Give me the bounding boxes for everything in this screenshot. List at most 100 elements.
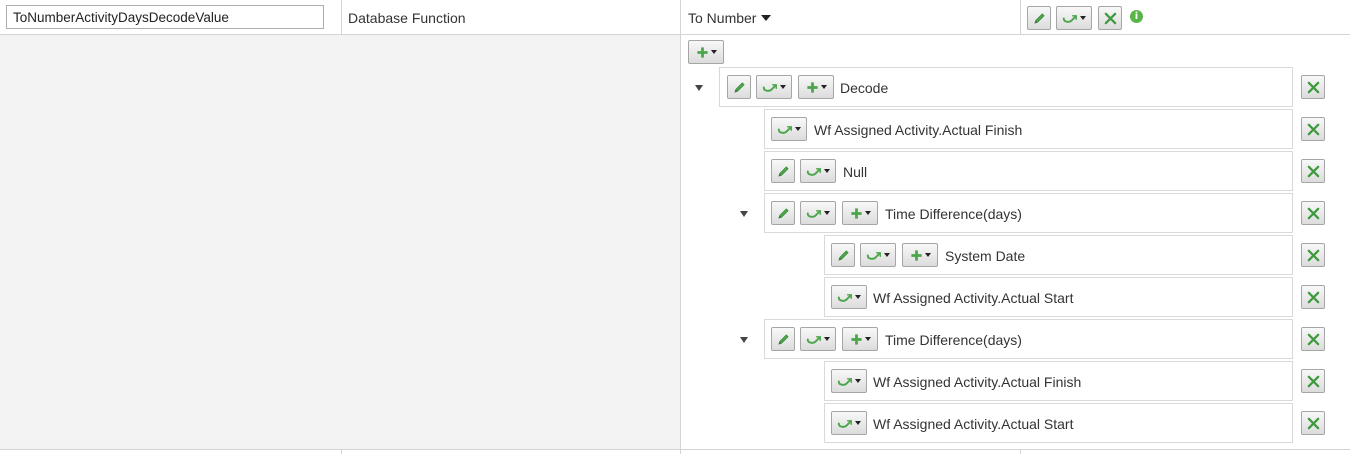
delete-node-button[interactable] bbox=[1301, 117, 1325, 141]
tree-node-time-difference: Time Difference(days) bbox=[764, 193, 1293, 233]
delete-node-button[interactable] bbox=[1301, 243, 1325, 267]
function-menu-button[interactable] bbox=[860, 243, 896, 267]
function-dropdown-icon bbox=[1062, 13, 1078, 24]
tree-node-wf-actual-start: Wf Assigned Activity.Actual Start bbox=[824, 277, 1293, 317]
column-divider bbox=[680, 449, 681, 454]
tree-node-wf-actual-finish: Wf Assigned Activity.Actual Finish bbox=[824, 361, 1293, 401]
delete-x-icon bbox=[1306, 248, 1321, 263]
delete-node-button[interactable] bbox=[1301, 327, 1325, 351]
function-dropdown-icon bbox=[806, 208, 822, 219]
pencil-icon bbox=[776, 206, 791, 221]
add-child-button[interactable] bbox=[902, 243, 938, 267]
edit-function-button[interactable] bbox=[1027, 6, 1051, 30]
tree-node-wf-actual-start: Wf Assigned Activity.Actual Start bbox=[824, 403, 1293, 443]
chevron-down-icon bbox=[761, 14, 772, 21]
node-label: Null bbox=[843, 164, 868, 180]
function-menu-button[interactable] bbox=[831, 285, 867, 309]
plus-icon bbox=[696, 46, 709, 59]
pencil-icon bbox=[1032, 11, 1047, 26]
expression-tree-pane: Decode Wf Assigned Activity.Actual Finis… bbox=[680, 35, 1350, 449]
function-menu-button[interactable] bbox=[771, 117, 807, 141]
plus-icon bbox=[850, 207, 863, 220]
plus-icon bbox=[806, 81, 819, 94]
tree-node-null: Null bbox=[764, 151, 1293, 191]
edit-button[interactable] bbox=[771, 159, 795, 183]
chevron-down-icon bbox=[780, 85, 786, 89]
chevron-down-icon bbox=[795, 127, 801, 131]
column-divider bbox=[341, 0, 342, 35]
pencil-icon bbox=[776, 332, 791, 347]
function-dropdown-icon bbox=[837, 292, 853, 303]
delete-x-icon bbox=[1306, 80, 1321, 95]
edit-button[interactable] bbox=[771, 327, 795, 351]
node-label: Wf Assigned Activity.Actual Start bbox=[873, 290, 1074, 306]
pencil-icon bbox=[776, 164, 791, 179]
chevron-down-icon bbox=[924, 253, 931, 257]
delete-node-button[interactable] bbox=[1301, 201, 1325, 225]
tree-node-system-date: System Date bbox=[824, 235, 1293, 275]
function-menu-button[interactable] bbox=[800, 327, 836, 351]
chevron-down-icon bbox=[864, 211, 871, 215]
tree-node-time-difference: Time Difference(days) bbox=[764, 319, 1293, 359]
add-child-button[interactable] bbox=[842, 201, 878, 225]
function-menu-button[interactable] bbox=[1056, 6, 1092, 30]
column-divider bbox=[341, 449, 342, 454]
function-menu-button[interactable] bbox=[831, 369, 867, 393]
delete-x-icon bbox=[1306, 290, 1321, 305]
delete-x-icon bbox=[1306, 164, 1321, 179]
function-type-label: Database Function bbox=[348, 9, 466, 26]
add-child-button[interactable] bbox=[842, 327, 878, 351]
delete-x-icon bbox=[1306, 374, 1321, 389]
chevron-down-icon bbox=[1080, 16, 1086, 20]
function-dropdown[interactable]: To Number bbox=[688, 0, 772, 35]
chevron-down-icon bbox=[820, 85, 827, 89]
collapse-toggle-decode[interactable] bbox=[695, 85, 703, 91]
function-header-row: Database Function To Number i bbox=[0, 0, 1350, 35]
column-divider bbox=[1020, 0, 1021, 35]
type-column: Database Function bbox=[348, 0, 466, 35]
delete-x-icon bbox=[1306, 332, 1321, 347]
info-icon[interactable]: i bbox=[1130, 10, 1143, 23]
node-label: Decode bbox=[840, 80, 889, 96]
plus-icon bbox=[850, 333, 863, 346]
node-label: Wf Assigned Activity.Actual Start bbox=[873, 416, 1074, 432]
delete-function-button[interactable] bbox=[1098, 6, 1122, 30]
chevron-down-icon bbox=[824, 211, 830, 215]
delete-node-button[interactable] bbox=[1301, 285, 1325, 309]
function-name-input[interactable] bbox=[6, 5, 324, 29]
add-root-button[interactable] bbox=[688, 40, 724, 64]
column-divider bbox=[1020, 449, 1021, 454]
function-menu-button[interactable] bbox=[800, 201, 836, 225]
function-menu-button[interactable] bbox=[800, 159, 836, 183]
pencil-icon bbox=[732, 80, 747, 95]
delete-x-icon bbox=[1103, 11, 1118, 26]
node-label: Wf Assigned Activity.Actual Finish bbox=[873, 374, 1082, 390]
delete-node-button[interactable] bbox=[1301, 411, 1325, 435]
function-dropdown-icon bbox=[777, 124, 793, 135]
collapse-toggle-time-diff[interactable] bbox=[740, 337, 748, 343]
delete-node-button[interactable] bbox=[1301, 159, 1325, 183]
delete-x-icon bbox=[1306, 206, 1321, 221]
edit-button[interactable] bbox=[727, 75, 751, 99]
collapse-toggle-time-diff[interactable] bbox=[740, 211, 748, 217]
tree-node-wf-actual-finish: Wf Assigned Activity.Actual Finish bbox=[764, 109, 1293, 149]
column-divider bbox=[680, 0, 681, 35]
chevron-down-icon bbox=[855, 379, 861, 383]
expression-editor: Decode Wf Assigned Activity.Actual Finis… bbox=[0, 35, 1350, 449]
edit-button[interactable] bbox=[831, 243, 855, 267]
chevron-down-icon bbox=[710, 50, 717, 54]
function-dropdown-icon bbox=[866, 250, 882, 261]
function-menu-button[interactable] bbox=[831, 411, 867, 435]
left-empty-pane bbox=[0, 35, 680, 449]
function-dropdown-icon bbox=[806, 334, 822, 345]
node-label: Time Difference(days) bbox=[885, 332, 1022, 348]
node-label: Wf Assigned Activity.Actual Finish bbox=[814, 122, 1023, 138]
function-dropdown-icon bbox=[837, 418, 853, 429]
edit-button[interactable] bbox=[771, 201, 795, 225]
chevron-down-icon bbox=[855, 421, 861, 425]
delete-node-button[interactable] bbox=[1301, 75, 1325, 99]
function-menu-button[interactable] bbox=[756, 75, 792, 99]
chevron-down-icon bbox=[824, 337, 830, 341]
add-child-button[interactable] bbox=[798, 75, 834, 99]
delete-node-button[interactable] bbox=[1301, 369, 1325, 393]
